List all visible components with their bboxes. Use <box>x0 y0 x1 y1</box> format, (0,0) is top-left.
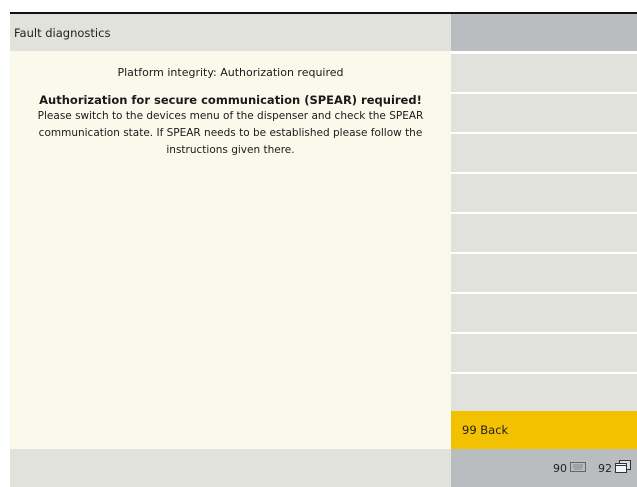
header-bar: Fault diagnostics <box>10 14 451 51</box>
softkey-slot-3 <box>451 134 637 172</box>
status-subtitle: Platform integrity: Authorization requir… <box>117 66 344 79</box>
softkey-slot-6 <box>451 254 637 292</box>
softkey-slot-9 <box>451 374 637 412</box>
footer-keys: 90 92 <box>451 449 637 487</box>
softkey-column: 99 Back <box>451 14 637 449</box>
footer-bar <box>10 449 451 487</box>
softkey-slot-5 <box>451 214 637 252</box>
softkey-header <box>451 14 637 51</box>
keyboard-key-number: 90 <box>553 461 567 475</box>
keyboard-icon <box>570 461 586 475</box>
softkey-slot-4 <box>451 174 637 212</box>
message-heading: Authorization for secure communication (… <box>39 93 422 107</box>
message-body: Please switch to the devices menu of the… <box>37 110 424 156</box>
back-button[interactable]: 99 Back <box>451 411 637 449</box>
message-panel: Platform integrity: Authorization requir… <box>10 51 451 449</box>
softkey-slot-1 <box>451 54 637 92</box>
softkey-slot-2 <box>451 94 637 132</box>
window-key-button[interactable]: 92 <box>598 459 631 477</box>
page-title: Fault diagnostics <box>14 25 111 40</box>
softkey-slot-8 <box>451 334 637 372</box>
back-button-label: 99 Back <box>462 423 509 437</box>
app-frame: Fault diagnostics Platform integrity: Au… <box>10 12 637 487</box>
softkey-slot-7 <box>451 294 637 332</box>
window-icon <box>615 459 631 477</box>
keyboard-key-button[interactable]: 90 <box>553 461 586 475</box>
window-key-number: 92 <box>598 461 612 475</box>
